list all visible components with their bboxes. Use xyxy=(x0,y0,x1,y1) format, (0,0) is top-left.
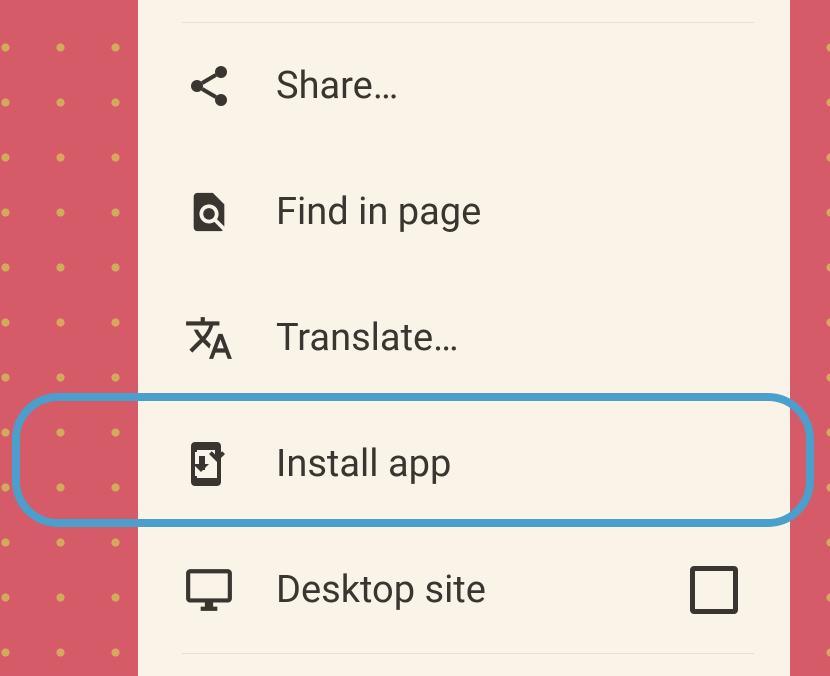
menu-item-desktop-label: Desktop site xyxy=(276,568,690,612)
share-icon xyxy=(182,59,236,113)
translate-icon xyxy=(182,311,236,365)
find-in-page-icon xyxy=(182,185,236,239)
menu-item-share[interactable]: Share… xyxy=(138,23,790,149)
menu-divider-bottom xyxy=(182,653,754,654)
menu-item-install-app[interactable]: Install app xyxy=(138,401,790,527)
menu-item-translate[interactable]: Translate… xyxy=(138,275,790,401)
menu-item-translate-label: Translate… xyxy=(276,316,790,360)
menu-item-install-label: Install app xyxy=(276,442,790,486)
menu-item-find-label: Find in page xyxy=(276,190,790,234)
menu-item-find-in-page[interactable]: Find in page xyxy=(138,149,790,275)
desktop-site-checkbox[interactable] xyxy=(690,566,738,614)
install-app-icon xyxy=(182,437,236,491)
menu-item-share-label: Share… xyxy=(276,64,790,108)
browser-menu-panel: Share… Find in page Translate… xyxy=(138,0,790,676)
desktop-icon xyxy=(182,563,236,617)
menu-item-desktop-site[interactable]: Desktop site xyxy=(138,527,790,653)
